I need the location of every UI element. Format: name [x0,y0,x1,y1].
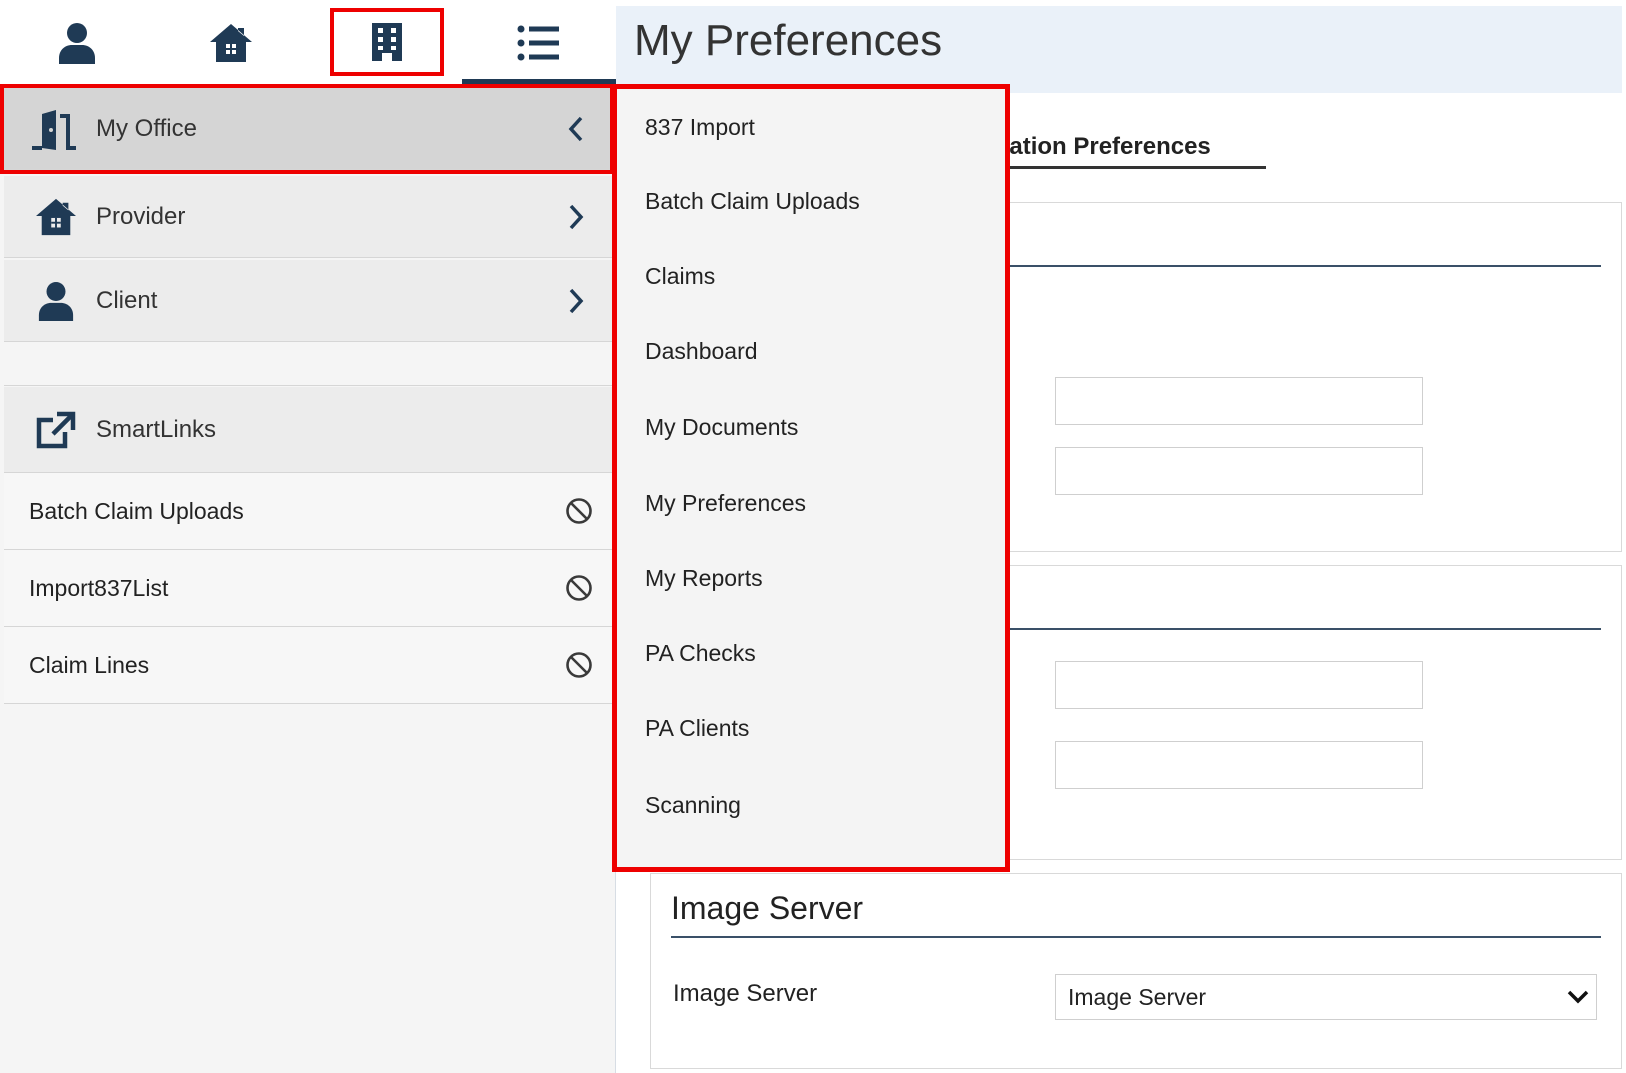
active-tab-underline [462,79,616,84]
nav-spacer [4,343,614,386]
submenu-item-label: PA Clients [645,715,750,741]
chevron-right-icon [556,203,596,231]
provider-tab-button[interactable] [176,10,286,76]
house-icon [210,24,252,62]
nav-item-my-office[interactable]: My Office [4,88,614,170]
smartlink-label: Batch Claim Uploads [29,497,244,524]
ban-icon[interactable] [564,650,594,680]
submenu-item-label: 837 Import [645,114,755,140]
image-server-section: Image Server Image Server Image Server [650,873,1622,1069]
nav-item-label: Provider [96,202,186,230]
list-icon [517,25,559,61]
my-office-submenu: 837 Import Batch Claim Uploads Claims Da… [612,84,1010,872]
submenu-item-label: Scanning [645,791,741,818]
submenu-item-pa-checks[interactable]: PA Checks [617,615,1005,693]
submenu-item-label: Dashboard [645,338,758,364]
submenu-item-label: My Documents [645,414,799,440]
submenu-item-my-reports[interactable]: My Reports [617,540,1005,618]
select-value: Image Server [1068,983,1207,1010]
submenu-item-label: My Reports [645,565,763,591]
image-server-select[interactable]: Image Server [1055,974,1597,1020]
left-navigation-panel: My Office Provider Client SmartLinks Bat… [0,0,616,1073]
submenu-item-scanning[interactable]: Scanning [617,766,1005,844]
chevron-right-icon [556,287,596,315]
office-door-icon [26,108,86,150]
client-tab-button[interactable] [22,10,132,76]
building-icon [372,23,402,61]
nav-item-label: SmartLinks [96,415,217,443]
submenu-item-my-preferences[interactable]: My Preferences [617,465,1005,543]
image-server-field-label: Image Server [673,980,818,1007]
section-title: Image Server [671,890,864,926]
submenu-item-claims[interactable]: Claims [617,238,1005,316]
nav-item-label: Client [96,286,158,314]
text-input[interactable] [1055,447,1423,495]
external-link-icon [26,410,86,450]
house-icon [26,197,86,237]
my-office-tab-button[interactable] [330,8,444,76]
nav-item-smartlinks[interactable]: SmartLinks [4,387,614,473]
chevron-down-icon [1560,989,1596,1005]
smartlink-label: Import837List [29,574,169,601]
person-icon [26,281,86,321]
text-input[interactable] [1055,661,1423,709]
nav-item-provider[interactable]: Provider [4,176,614,258]
tab-label: cation Preferences [996,133,1211,160]
open-screens-tab-button[interactable] [462,10,616,76]
smartlink-label: Claim Lines [29,651,150,678]
text-input[interactable] [1055,741,1423,789]
submenu-item-my-documents[interactable]: My Documents [617,389,1005,467]
nav-item-client[interactable]: Client [4,260,614,342]
submenu-item-label: PA Checks [645,640,756,666]
smartlink-claim-lines[interactable]: Claim Lines [4,627,614,704]
submenu-item-label: My Preferences [645,490,807,516]
smartlink-import837list[interactable]: Import837List [4,550,614,627]
section-divider [671,936,1601,938]
smartlink-batch-claim-uploads[interactable]: Batch Claim Uploads [4,473,614,550]
submenu-item-dashboard[interactable]: Dashboard [617,313,1005,391]
page-header: My Preferences [616,6,1622,93]
chevron-left-icon [556,115,596,143]
submenu-item-batch-claim-uploads[interactable]: Batch Claim Uploads [617,163,1005,241]
submenu-item-837-import[interactable]: 837 Import [617,89,1005,167]
top-icon-bar [0,0,616,86]
text-input[interactable] [1055,377,1423,425]
submenu-item-pa-clients[interactable]: PA Clients [617,690,1005,768]
person-icon [59,23,95,64]
ban-icon[interactable] [564,496,594,526]
submenu-item-label: Claims [645,263,716,289]
submenu-item-label: Batch Claim Uploads [645,188,860,214]
tab-communication-preferences[interactable]: cation Preferences [996,133,1266,169]
page-title: My Preferences [634,16,943,65]
nav-item-label: My Office [96,114,197,142]
ban-icon[interactable] [564,573,594,603]
